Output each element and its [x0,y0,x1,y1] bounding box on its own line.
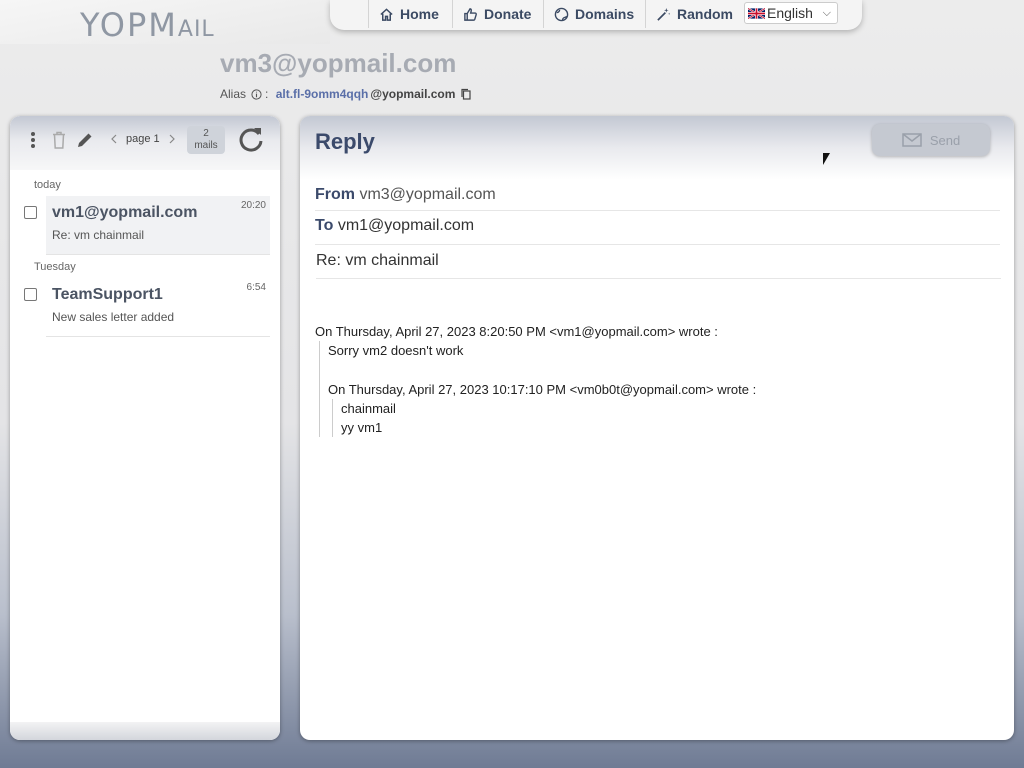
language-select[interactable]: English ⌵ [744,2,838,24]
date-group-today: today [34,179,61,191]
home-icon [380,7,393,21]
info-icon[interactable] [251,88,262,100]
uk-flag-icon [748,7,765,19]
to-label: To [315,217,334,234]
trash-icon [53,131,65,149]
quote-line-2: chainmail [341,401,396,416]
nav-donate-label: Donate [484,6,532,22]
mail-checkbox[interactable] [24,206,37,219]
inbox-footer [10,722,280,740]
yopmail-logo[interactable]: YOPMAIL [80,6,215,44]
quoted-message[interactable]: On Thursday, April 27, 2023 8:20:50 PM <… [315,322,756,437]
mail-count-unit: mails [194,140,218,151]
quote-line-1: Sorry vm2 doesn't work [328,343,464,358]
send-button[interactable]: Send [872,124,990,156]
from-value: vm3@yopmail.com [359,186,496,203]
mail-time: 6:54 [246,282,266,293]
previous-page-button[interactable] [108,132,120,146]
alias-label: Alias [220,87,247,101]
quote-header-1: On Thursday, April 27, 2023 8:20:50 PM <… [315,324,718,339]
magic-wand-icon [657,7,671,21]
mail-sender: TeamSupport1 [52,286,163,303]
mouse-cursor [823,153,830,165]
alias-row: Alias : alt.fl-9omm4qqh @yopmail.com [220,87,472,101]
globe-icon [554,7,569,21]
subject-field[interactable]: Re: vm chainmail [316,252,1001,279]
delete-button[interactable] [50,128,68,152]
date-group-tuesday: Tuesday [34,261,76,273]
from-label: From [315,186,355,203]
inbox-panel: page 1 2 mails today vm1@yopmail.com Re:… [10,116,280,740]
to-field[interactable]: To vm1@yopmail.com [315,217,1000,245]
inbox-toolbar: page 1 2 mails [10,116,280,170]
language-selected: English [767,5,813,21]
mail-list-item[interactable]: vm1@yopmail.com Re: vm chainmail 20:20 [46,196,270,255]
nav-random-label: Random [677,6,733,22]
from-field: From vm3@yopmail.com [315,186,1000,211]
logo-text-main: YOPM [80,6,178,44]
nav-domains[interactable]: Domains [543,0,645,28]
chevron-left-icon [111,134,117,144]
compose-button[interactable] [74,128,96,152]
pencil-icon [78,133,92,147]
nav-random[interactable]: Random [645,0,744,28]
mailbox-address: vm3@yopmail.com [220,48,457,78]
more-options-button[interactable] [26,128,40,152]
alias-separator: : [265,87,269,101]
subject-value[interactable]: Re: vm chainmail [316,252,439,269]
mail-time: 20:20 [240,200,266,211]
envelope-icon [902,133,922,147]
quote-header-2: On Thursday, April 27, 2023 10:17:10 PM … [328,382,757,397]
mail-checkbox[interactable] [24,288,37,301]
mail-subject: Re: vm chainmail [52,228,145,242]
reply-header: Reply Send [300,116,1014,180]
alias-domain: @yopmail.com [370,87,456,101]
next-page-button[interactable] [166,132,178,146]
send-label: Send [929,132,961,148]
refresh-icon [239,128,263,152]
top-navigation: Home Donate Domains Random English ⌵ [330,0,862,30]
copy-icon[interactable] [460,88,472,100]
mail-count-value: 2 [203,128,209,139]
more-vertical-icon [31,132,35,148]
mail-count-badge: 2 mails [187,126,225,154]
chevron-down-icon: ⌵ [822,6,831,19]
quote-line-3: yy vm1 [341,420,383,435]
logo-text-small: AIL [177,17,215,42]
quote-block-1: Sorry vm2 doesn't work On Thursday, Apri… [319,341,756,437]
mail-subject: New sales letter added [52,310,175,324]
reply-panel: Reply Send From vm3@yopmail.com To vm1@y… [300,116,1014,740]
thumbs-up-icon [464,7,477,21]
chevron-right-icon [169,134,175,144]
nav-domains-label: Domains [575,6,635,22]
nav-donate[interactable]: Donate [452,0,543,28]
to-value[interactable]: vm1@yopmail.com [338,217,474,234]
refresh-button[interactable] [236,124,266,154]
reply-title: Reply [315,129,375,154]
mail-sender: vm1@yopmail.com [52,204,198,221]
nav-home-label: Home [400,6,439,22]
alias-address-link[interactable]: alt.fl-9omm4qqh [276,87,369,101]
nav-home[interactable]: Home [368,0,452,28]
mail-list-item[interactable]: TeamSupport1 New sales letter added 6:54 [46,278,270,337]
page-indicator: page 1 [126,133,160,145]
quote-block-2: chainmail yy vm1 [332,399,756,437]
